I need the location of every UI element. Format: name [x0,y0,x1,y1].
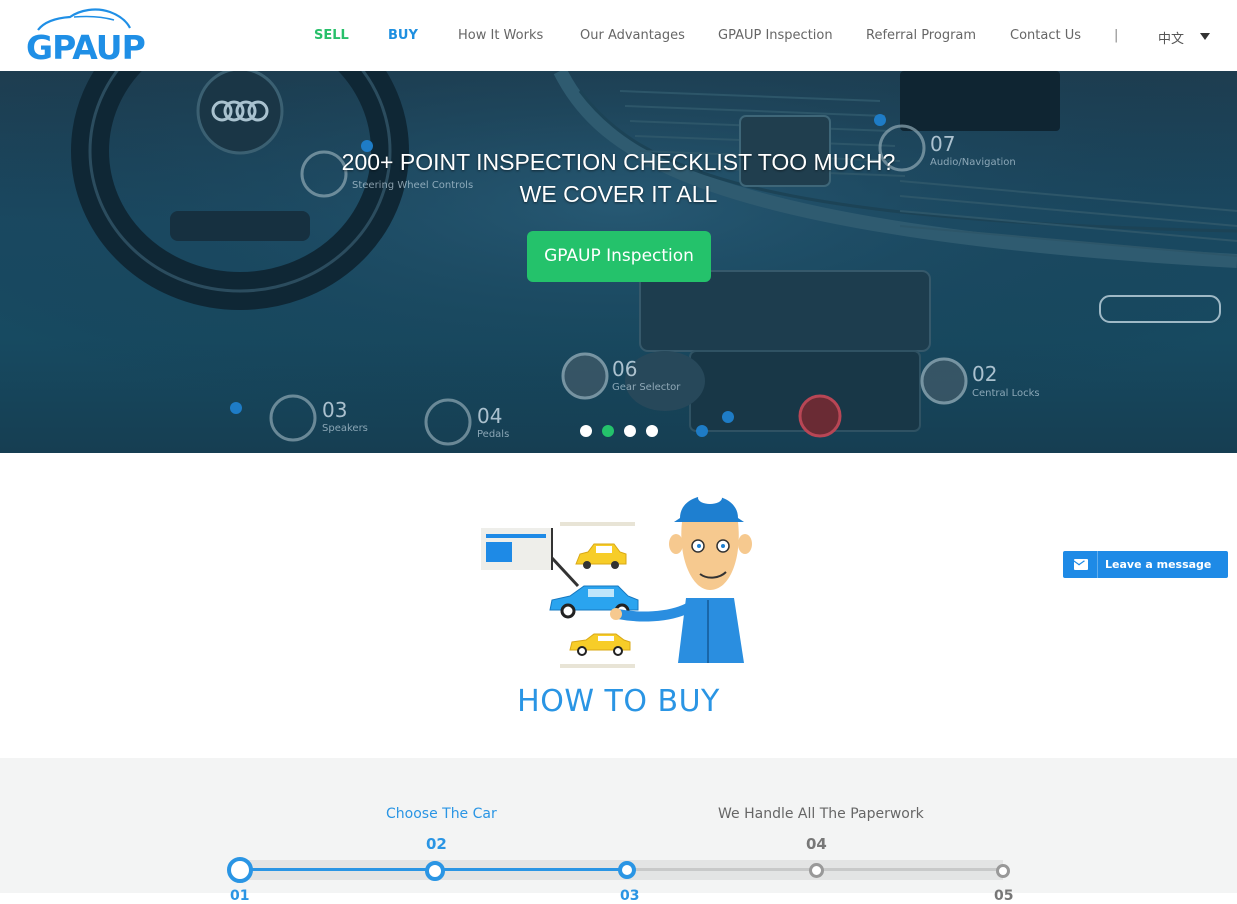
step-2-label: Choose The Car [386,806,497,822]
hero-title-line2: WE COVER IT ALL [519,181,718,207]
feature-number: 02 [972,362,998,386]
nav-contact-us[interactable]: Contact Us [1010,28,1081,43]
nav-buy[interactable]: BUY [388,28,418,43]
leave-message-label: Leave a message [1105,558,1212,571]
feature-label: Pedals [477,429,510,440]
step-3-number: 03 [620,888,640,904]
carousel-dot-4[interactable] [646,425,658,437]
step-2-marker[interactable] [425,861,445,881]
nav-how-it-works[interactable]: How It Works [458,28,543,43]
logo-text: GPAUP [26,28,146,67]
feature-number: 04 [477,404,503,428]
step-5-number: 05 [994,888,1014,904]
site-header: GPAUP SELL BUY How It Works Our Advantag… [0,0,1237,71]
nav-sell[interactable]: SELL [314,28,349,43]
gpaup-inspection-button[interactable]: GPAUP Inspection [527,231,711,282]
feature-number: 06 [612,357,638,381]
step-1-number: 01 [230,888,250,904]
envelope-icon [1074,559,1088,570]
step-4-label: We Handle All The Paperwork [718,806,924,822]
step-1-marker[interactable] [227,857,253,883]
hero-title-line1: 200+ POINT INSPECTION CHECKLIST TOO MUCH… [341,149,896,175]
nav-gpaup-inspection[interactable]: GPAUP Inspection [718,28,833,43]
step-3-marker[interactable] [618,861,636,879]
hero-banner: 07 Audio/Navigation Steering Wheel Contr… [0,71,1237,453]
step-5-marker[interactable] [996,864,1010,878]
language-selector[interactable]: 中文 [1158,28,1184,47]
feature-label: Gear Selector [612,382,681,393]
mechanic-illustration [481,492,752,668]
carousel-dot-3[interactable] [624,425,636,437]
leave-message-button[interactable]: Leave a message [1063,551,1228,578]
nav-our-advantages[interactable]: Our Advantages [580,28,685,43]
how-to-buy-title: HOW TO BUY [517,684,720,719]
gpaup-logo[interactable]: GPAUP [24,8,146,67]
nav-referral-program[interactable]: Referral Program [866,28,976,43]
caret-down-icon[interactable] [1200,33,1210,40]
carousel-dot-1[interactable] [580,425,592,437]
buy-steps-section: Choose The Car We Handle All The Paperwo… [0,758,1237,904]
chat-divider [1097,551,1098,578]
feature-label: Speakers [322,423,368,434]
nav-separator: | [1114,28,1119,43]
feature-number: 03 [322,398,348,422]
carousel-dot-2[interactable] [602,425,614,437]
step-4-marker[interactable] [809,863,824,878]
step-2-number: 02 [426,835,447,853]
step-4-number: 04 [806,835,827,853]
feature-label: Central Locks [972,388,1040,399]
